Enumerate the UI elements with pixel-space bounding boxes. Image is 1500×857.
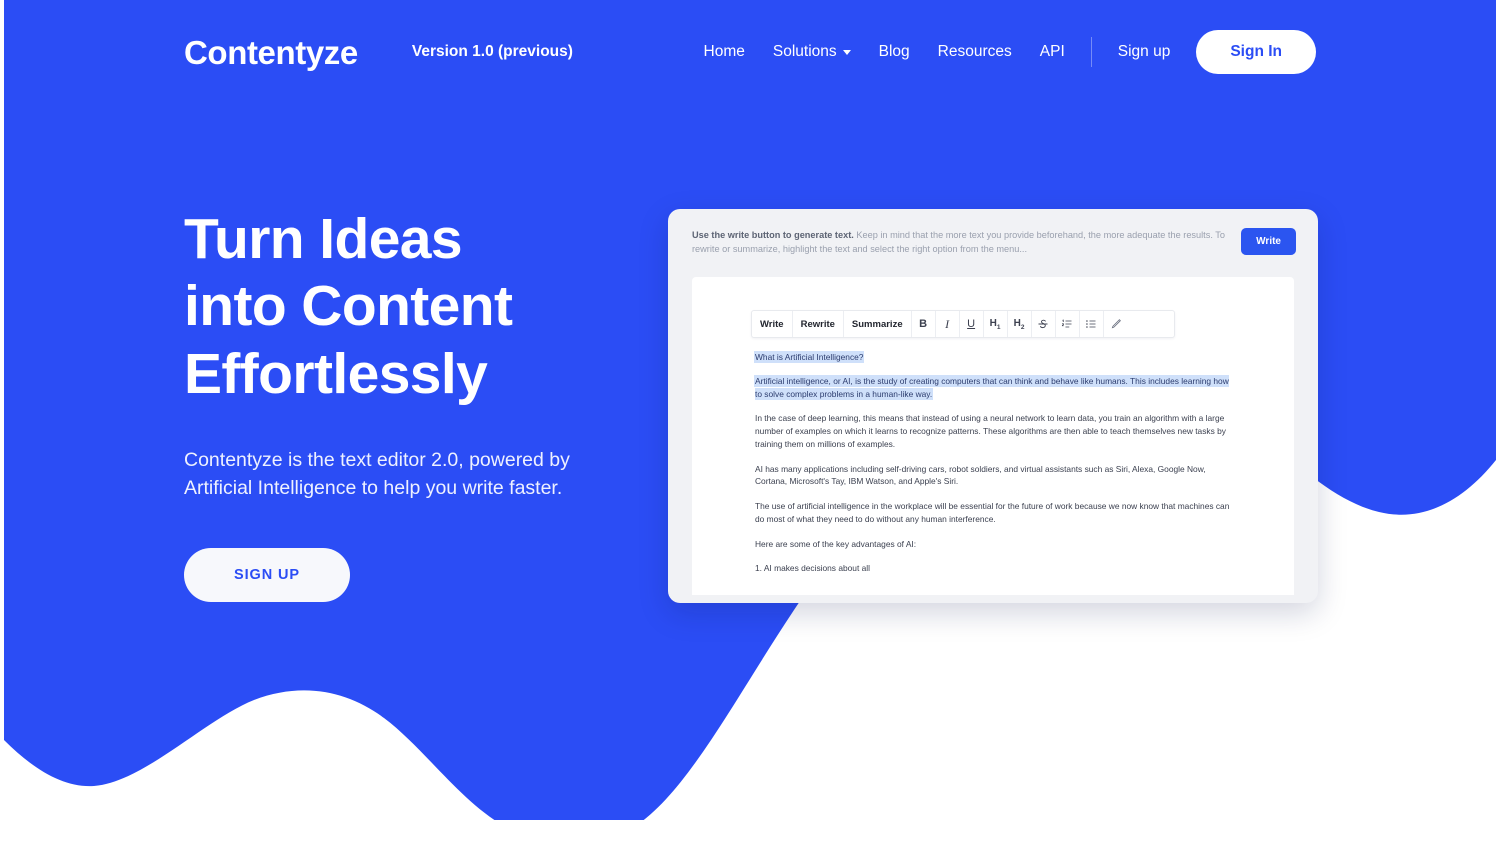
hero-content: Turn Ideas into Content Effortlessly Con… [184,206,704,603]
editor-toolbar: Write Rewrite Summarize B I U H1 H2 [751,310,1175,338]
nav-link-api-label: API [1039,43,1065,60]
underline-icon[interactable]: U [960,311,984,337]
nav-divider [1090,37,1092,67]
landing-page: Contentyze Version 1.0 (previous) Home S… [0,0,1500,857]
nav-link-api[interactable]: API [1026,37,1079,67]
editor-hint-text: Use the write button to generate text. K… [692,228,1241,257]
hero-title-line-1: Turn Ideas [184,207,463,271]
signup-link[interactable]: Sign up [1104,37,1185,67]
doc-heading-text: What is Artificial Intelligence? [755,352,864,362]
italic-icon[interactable]: I [936,311,960,337]
hero-subtitle-line-2: Artificial Intelligence to help you writ… [184,477,563,500]
nav-links: Home Solutions Blog Resources API Sign u… [690,30,1316,74]
strikethrough-icon[interactable] [1032,311,1056,337]
heading-1-icon[interactable]: H1 [984,311,1008,337]
nav-link-resources[interactable]: Resources [924,37,1026,67]
doc-paragraph-2: AI has many applications including self-… [755,463,1206,487]
version-label: Version 1.0 (previous) [411,43,573,60]
hero-subtitle-line-1: Contentyze is the text editor 2.0, power… [184,448,570,471]
nav-link-home-label: Home [703,43,745,60]
heading-2-icon[interactable]: H2 [1008,311,1032,337]
page-edge-right [1496,0,1500,857]
top-navigation: Contentyze Version 1.0 (previous) Home S… [0,0,1500,104]
signin-button[interactable]: Sign In [1196,30,1316,74]
hero-subtitle: Contentyze is the text editor 2.0, power… [184,446,584,503]
page-edge-left [0,0,4,857]
editor-hint-bar: Use the write button to generate text. K… [668,209,1318,271]
doc-highlighted-text: Artificial intelligence, or AI, is the s… [755,375,1229,399]
hero-title-line-3: Effortlessly [184,341,488,406]
hero-title-line-2: into Content [184,274,513,339]
toolbar-write-button[interactable]: Write [752,311,793,337]
doc-paragraph-5: 1. AI makes decisions about all [755,563,870,574]
chevron-down-icon [842,49,851,55]
editor-document-panel: Write Rewrite Summarize B I U H1 H2 What… [692,277,1294,595]
doc-paragraph-3: The use of artificial intelligence in th… [755,501,1230,524]
nav-link-resources-label: Resources [937,43,1012,60]
doc-paragraph-4: Here are some of the key advantages of A… [755,538,917,549]
doc-highlighted-paragraph: Artificial intelligence, or AI, is the s… [755,375,1236,401]
editor-mockup: Use the write button to generate text. K… [668,209,1318,603]
pencil-icon[interactable] [1104,311,1128,337]
nav-link-blog[interactable]: Blog [865,37,924,67]
nav-link-solutions-label: Solutions [772,43,837,60]
ordered-list-icon[interactable] [1056,311,1080,337]
signup-cta-button[interactable]: SIGN UP [184,548,350,603]
editor-document-text[interactable]: What is Artificial Intelligence? Artific… [696,351,1294,575]
page-title: Turn Ideas into Content Effortlessly [184,206,704,408]
unordered-list-icon[interactable] [1080,311,1104,337]
doc-heading: What is Artificial Intelligence? [755,351,1236,364]
editor-hint-bold: Use the write button to generate text. [692,230,854,240]
nav-link-blog-label: Blog [878,43,910,60]
brand-logo[interactable]: Contentyze [184,36,358,69]
bold-icon[interactable]: B [912,311,936,337]
doc-paragraph-1: In the case of deep learning, this means… [755,413,1226,449]
nav-link-solutions[interactable]: Solutions [759,37,865,67]
toolbar-rewrite-button[interactable]: Rewrite [793,311,844,337]
toolbar-summarize-button[interactable]: Summarize [844,311,912,337]
write-button[interactable]: Write [1241,228,1296,255]
nav-link-home[interactable]: Home [690,37,759,67]
